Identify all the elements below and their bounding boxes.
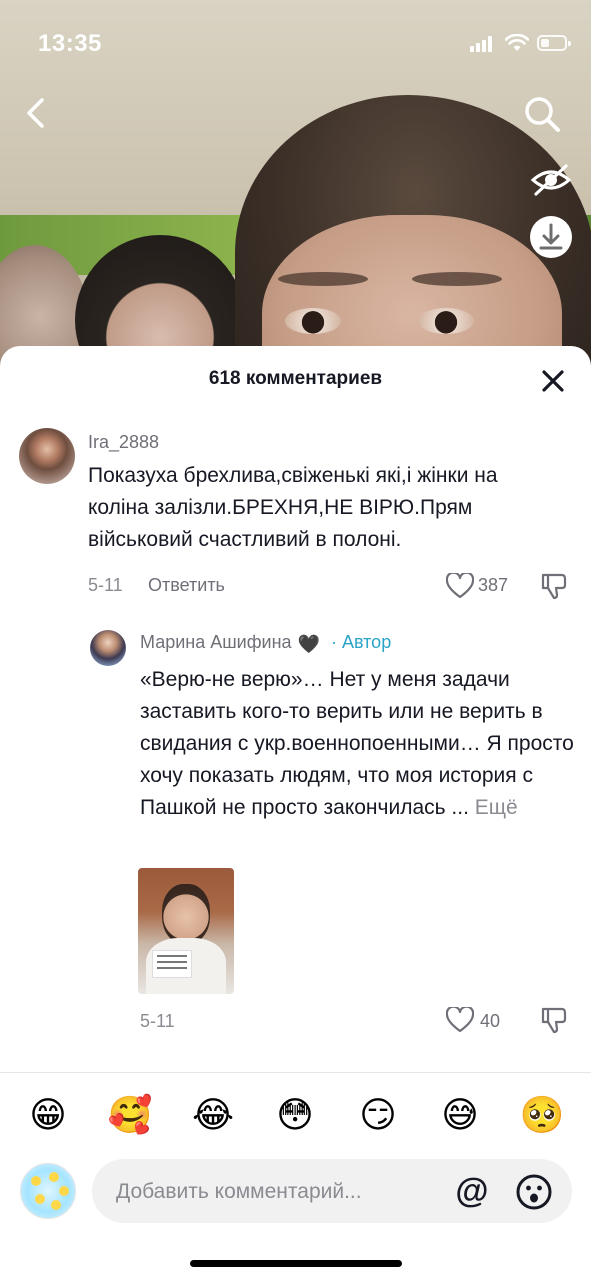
comment-date: 5-11 [140,1011,175,1031]
comment-username-row: Марина Ашифина 🖤 · Автор [140,632,391,655]
emoji-sweat-smile[interactable]: 😅 [436,1091,484,1141]
comment-input-container[interactable] [92,1159,572,1225]
more-link[interactable]: Ещё [475,796,518,819]
comments-header: 618 комментариев [0,346,591,410]
author-badge: · Автор [325,632,392,652]
heart-icon[interactable] [446,573,474,599]
comment-username[interactable]: Ira_2888 [88,432,159,453]
comment-username[interactable]: Марина Ашифина [140,632,292,652]
like-count: 40 [480,1011,501,1031]
dislike-icon[interactable] [540,571,568,601]
video-eye-right [418,308,474,334]
heart-icon[interactable] [446,1007,474,1033]
comment-text: «Верю-не верю»… Нет у меня задачи застав… [140,668,574,819]
status-time: 13:35 [38,30,102,57]
video-brow-right [412,272,502,286]
emoji-smirk[interactable]: 😏 [354,1091,402,1141]
comment-text: Показуха брехлива,свіженькі які,і жінки … [88,464,498,551]
search-icon[interactable] [522,94,562,134]
eye-off-icon[interactable] [530,162,572,198]
mention-button[interactable]: @ [452,1171,492,1211]
home-indicator [190,1260,402,1267]
like-count: 387 [478,575,509,595]
comments-count-title: 618 комментариев [208,368,383,389]
emoji-picker-icon[interactable] [515,1173,553,1211]
comment-image[interactable] [138,868,234,994]
dislike-icon[interactable] [540,1005,568,1035]
video-eye-left [285,308,341,334]
comment-date: 5-11 [88,575,123,595]
emoji-pleading[interactable]: 🥺 [518,1091,566,1141]
close-icon[interactable] [538,366,568,396]
quick-emoji-row: 😁 🥰 😂 😳 😏 😅 🥺 [0,1091,591,1141]
black-heart-icon: 🖤 [297,634,320,654]
my-avatar[interactable] [20,1163,76,1219]
comment-input[interactable] [114,1159,438,1225]
emoji-grin[interactable]: 😁 [24,1091,72,1141]
avatar[interactable] [19,428,75,484]
chevron-left-icon[interactable] [22,96,52,130]
status-bar: 13:35 [0,28,591,64]
comment-composer: 😁 🥰 😂 😳 😏 😅 🥺 @ [0,1072,591,1281]
emoji-flushed[interactable]: 😳 [271,1091,319,1141]
battery-icon [537,35,571,51]
download-icon[interactable] [530,216,572,258]
video-brow-left [278,272,368,286]
signal-icon [470,36,496,52]
reply-button[interactable]: Ответить [148,575,225,596]
wifi-icon [505,34,529,51]
emoji-hearts[interactable]: 🥰 [106,1091,154,1141]
emoji-joy[interactable]: 😂 [189,1091,237,1141]
avatar[interactable] [90,630,126,666]
